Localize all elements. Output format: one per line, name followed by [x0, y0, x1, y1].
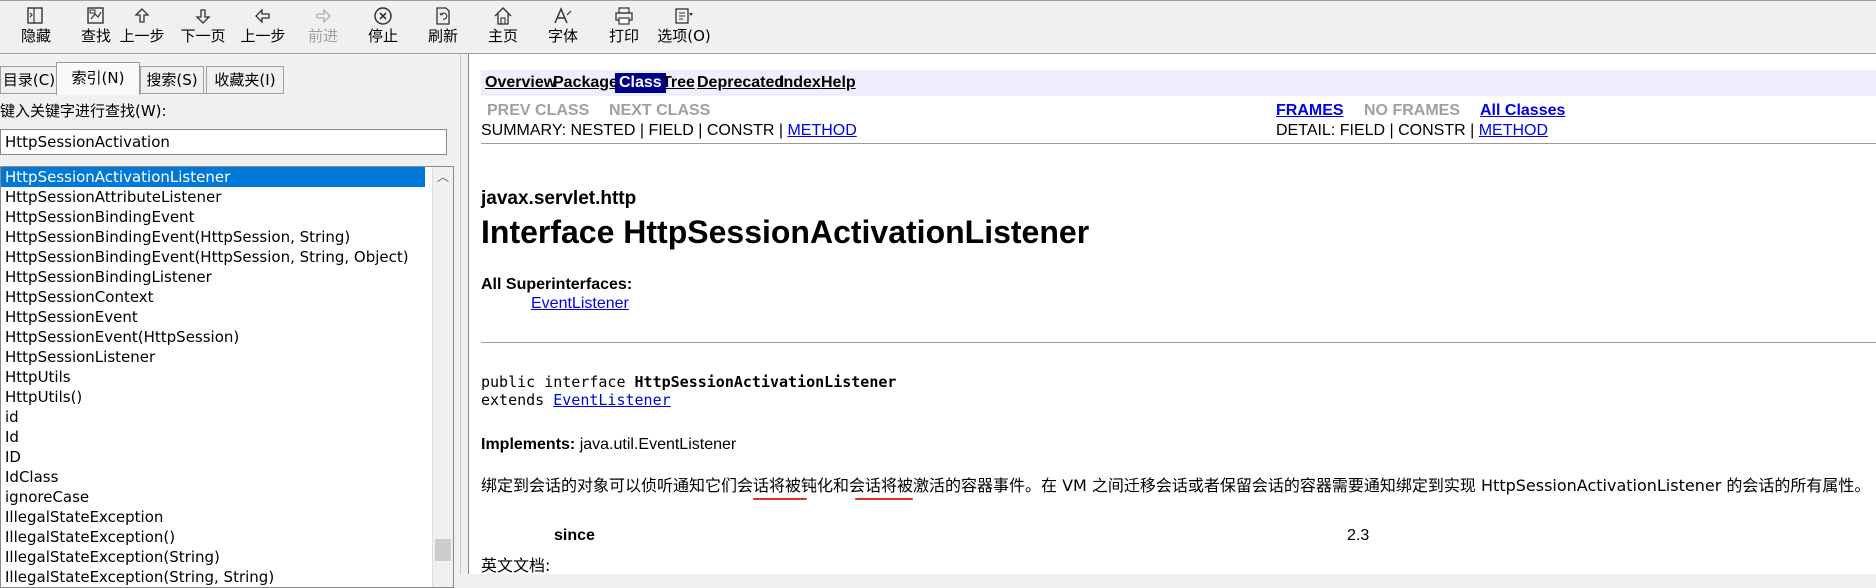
index-list[interactable]: HttpSessionActivationListener HttpSession… — [0, 166, 454, 588]
index-scrollbar[interactable]: ︿ — [432, 167, 453, 587]
description-text: 绑定到会话的对象可以侦听通知它们会话将被钝化和会话将被激活的容器事件。在 VM … — [481, 476, 1871, 495]
list-item[interactable]: IllegalStateException(String, String) — [1, 567, 425, 587]
tab-search[interactable]: 搜索(S) — [140, 66, 204, 94]
javadoc-navbar: Overview Package Class Tree Deprecated I… — [481, 70, 1876, 96]
package-name: javax.servlet.http — [481, 188, 637, 209]
list-item[interactable]: HttpUtils — [1, 367, 425, 387]
since-label: since — [554, 527, 595, 544]
list-item[interactable]: HttpUtils() — [1, 387, 425, 407]
list-item[interactable]: Id — [1, 427, 425, 447]
page-title: Interface HttpSessionActivationListener — [481, 214, 1090, 250]
list-item[interactable]: HttpSessionEvent — [1, 307, 425, 327]
tab-index[interactable]: 索引(N) — [56, 62, 140, 95]
keyword-label: 键入关键字进行查找(W): — [0, 102, 167, 120]
nav-package[interactable]: Package — [553, 73, 618, 93]
nav-tree[interactable]: Tree — [662, 73, 695, 93]
list-item[interactable]: HttpSessionBindingEvent(HttpSession, Str… — [1, 247, 425, 267]
summary-method-link[interactable]: METHOD — [787, 122, 856, 139]
next-class-link: NEXT CLASS — [609, 102, 711, 119]
summary-line: SUMMARY: NESTED | FIELD | CONSTR | METHO… — [481, 122, 857, 139]
list-item[interactable]: IllegalStateException — [1, 507, 425, 527]
all-classes-link[interactable]: All Classes — [1480, 101, 1565, 121]
list-item[interactable]: ID — [1, 447, 425, 467]
document-pane: Overview Package Class Tree Deprecated I… — [468, 54, 1876, 574]
frames-link[interactable]: FRAMES — [1276, 101, 1344, 121]
divider — [481, 342, 1876, 343]
list-item[interactable]: id — [1, 407, 425, 427]
list-item[interactable]: HttpSessionBindingEvent(HttpSession, Str… — [1, 227, 425, 247]
options-icon — [648, 5, 720, 27]
annotation-underline — [753, 498, 807, 500]
nav-deprecated[interactable]: Deprecated — [697, 73, 784, 93]
divider — [481, 143, 1876, 144]
list-item[interactable]: HttpSessionActivationListener — [1, 167, 425, 187]
detail-method-link[interactable]: METHOD — [1479, 122, 1548, 139]
list-item[interactable]: HttpSessionListener — [1, 347, 425, 367]
navigation-pane: 目录(C) 索引(N) 搜索(S) 收藏夹(I) 键入关键字进行查找(W): H… — [0, 54, 460, 588]
superinterfaces-label: All Superinterfaces: — [481, 276, 633, 293]
nav-class: Class — [615, 73, 666, 93]
options-button[interactable]: 选项(O) — [648, 5, 720, 51]
list-item[interactable]: ignoreCase — [1, 487, 425, 507]
annotation-underline — [855, 498, 913, 500]
tab-contents[interactable]: 目录(C) — [0, 66, 58, 94]
toolbar: 隐藏 查找 上一步 下一页 上一步 前进 停止 刷新 主页 字体 打印 选项(O… — [0, 1, 1876, 54]
declaration-line: public interface HttpSessionActivationLi… — [481, 373, 897, 391]
prev-class-link: PREV CLASS — [487, 102, 590, 119]
list-item[interactable]: HttpSessionBindingListener — [1, 267, 425, 287]
list-item[interactable]: HttpSessionEvent(HttpSession) — [1, 327, 425, 347]
scroll-thumb[interactable] — [435, 539, 451, 561]
nav-index[interactable]: Index — [779, 73, 821, 93]
nav-help[interactable]: Help — [821, 73, 856, 93]
nav-overview[interactable]: Overview — [485, 73, 556, 93]
list-item[interactable]: HttpSessionContext — [1, 287, 425, 307]
list-item[interactable]: HttpSessionBindingEvent — [1, 207, 425, 227]
detail-line: DETAIL: FIELD | CONSTR | METHOD — [1276, 122, 1549, 139]
list-item[interactable]: IdClass — [1, 467, 425, 487]
no-frames-link: NO FRAMES — [1364, 102, 1460, 119]
keyword-input[interactable] — [0, 129, 447, 155]
list-item[interactable]: HttpSessionAttributeListener — [1, 187, 425, 207]
since-value: 2.3 — [1347, 527, 1370, 544]
list-item[interactable]: IllegalStateException(String) — [1, 547, 425, 567]
english-doc-label: 英文文档: — [481, 556, 551, 574]
implements-line: Implements: java.util.EventListener — [481, 436, 737, 453]
scroll-up-icon[interactable]: ︿ — [433, 167, 453, 187]
list-item[interactable]: IllegalStateException() — [1, 527, 425, 547]
superinterface-link[interactable]: EventListener — [531, 295, 629, 313]
extends-line: extends EventListener — [481, 391, 671, 409]
extends-link[interactable]: EventListener — [553, 391, 670, 409]
tab-favorites[interactable]: 收藏夹(I) — [206, 66, 284, 94]
